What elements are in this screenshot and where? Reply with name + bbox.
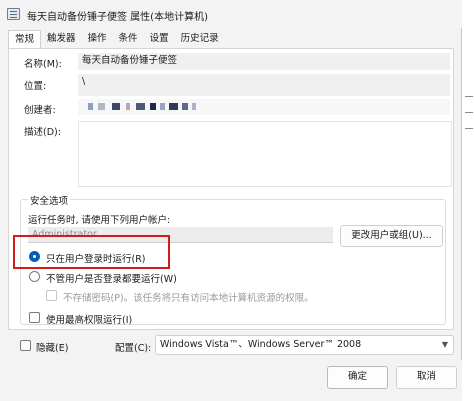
do-not-store-password-label: 不存储密码(P)。该任务将只有访问本地计算机资源的权限。 xyxy=(63,293,314,304)
hidden-label[interactable]: 隐藏(E) xyxy=(36,340,68,354)
tab-general[interactable]: 常规 xyxy=(8,30,42,49)
title-bar[interactable]: 每天自动备份锤子便签 属性(本地计算机) xyxy=(0,0,462,28)
tab-triggers[interactable]: 触发器 xyxy=(41,30,82,49)
ok-button[interactable]: 确定 xyxy=(327,366,388,389)
runas-prompt: 运行任务时, 请使用下列用户帐户: xyxy=(28,215,171,226)
radio-run-whether-logged-on[interactable] xyxy=(29,271,40,282)
tab-actions[interactable]: 操作 xyxy=(82,30,113,49)
configure-value: Windows Vista™、Windows Server™ 2008 xyxy=(160,339,362,350)
description-textarea[interactable] xyxy=(78,121,452,187)
dialog-footer xyxy=(0,360,462,401)
author-field-obscured xyxy=(78,99,450,115)
window-title: 每天自动备份锤子便签 属性(本地计算机) xyxy=(27,12,208,23)
tab-settings[interactable]: 设置 xyxy=(144,30,175,49)
do-not-store-password-checkbox xyxy=(46,290,57,301)
radio-run-whether-logged-on-label[interactable]: 不管用户是否登录都要运行(W) xyxy=(46,271,177,285)
description-label: 描述(D): xyxy=(24,127,61,138)
cancel-button[interactable]: 取消 xyxy=(396,366,457,389)
location-field: \ xyxy=(78,74,450,96)
tab-conditions[interactable]: 条件 xyxy=(113,30,144,49)
name-label: 名称(M): xyxy=(24,59,62,70)
chevron-down-icon: ▼ xyxy=(441,340,448,349)
change-user-button[interactable]: 更改用户或组(U)... xyxy=(340,225,443,247)
tab-history[interactable]: 历史记录 xyxy=(175,30,225,49)
task-properties-dialog: 每天自动备份锤子便签 属性(本地计算机) 常规 触发器 操作 条件 设置 历史记… xyxy=(0,0,462,401)
security-options-label: 安全选项 xyxy=(28,193,71,207)
task-scheduler-icon xyxy=(7,8,20,20)
background-window-edge xyxy=(462,0,474,401)
location-label: 位置: xyxy=(24,81,47,92)
author-label: 创建者: xyxy=(24,105,56,116)
hidden-checkbox[interactable] xyxy=(20,340,31,351)
tab-strip: 常规 触发器 操作 条件 设置 历史记录 xyxy=(8,30,225,49)
location-value: \ xyxy=(82,76,86,87)
highest-privileges-label[interactable]: 使用最高权限运行(I) xyxy=(46,312,132,326)
annotation-highlight-box xyxy=(13,235,170,269)
configure-for-dropdown[interactable]: Windows Vista™、Windows Server™ 2008 ▼ xyxy=(155,335,454,355)
highest-privileges-checkbox[interactable] xyxy=(29,312,40,323)
configure-label: 配置(C): xyxy=(115,343,152,354)
name-field[interactable]: 每天自动备份锤子便签 xyxy=(78,53,450,70)
